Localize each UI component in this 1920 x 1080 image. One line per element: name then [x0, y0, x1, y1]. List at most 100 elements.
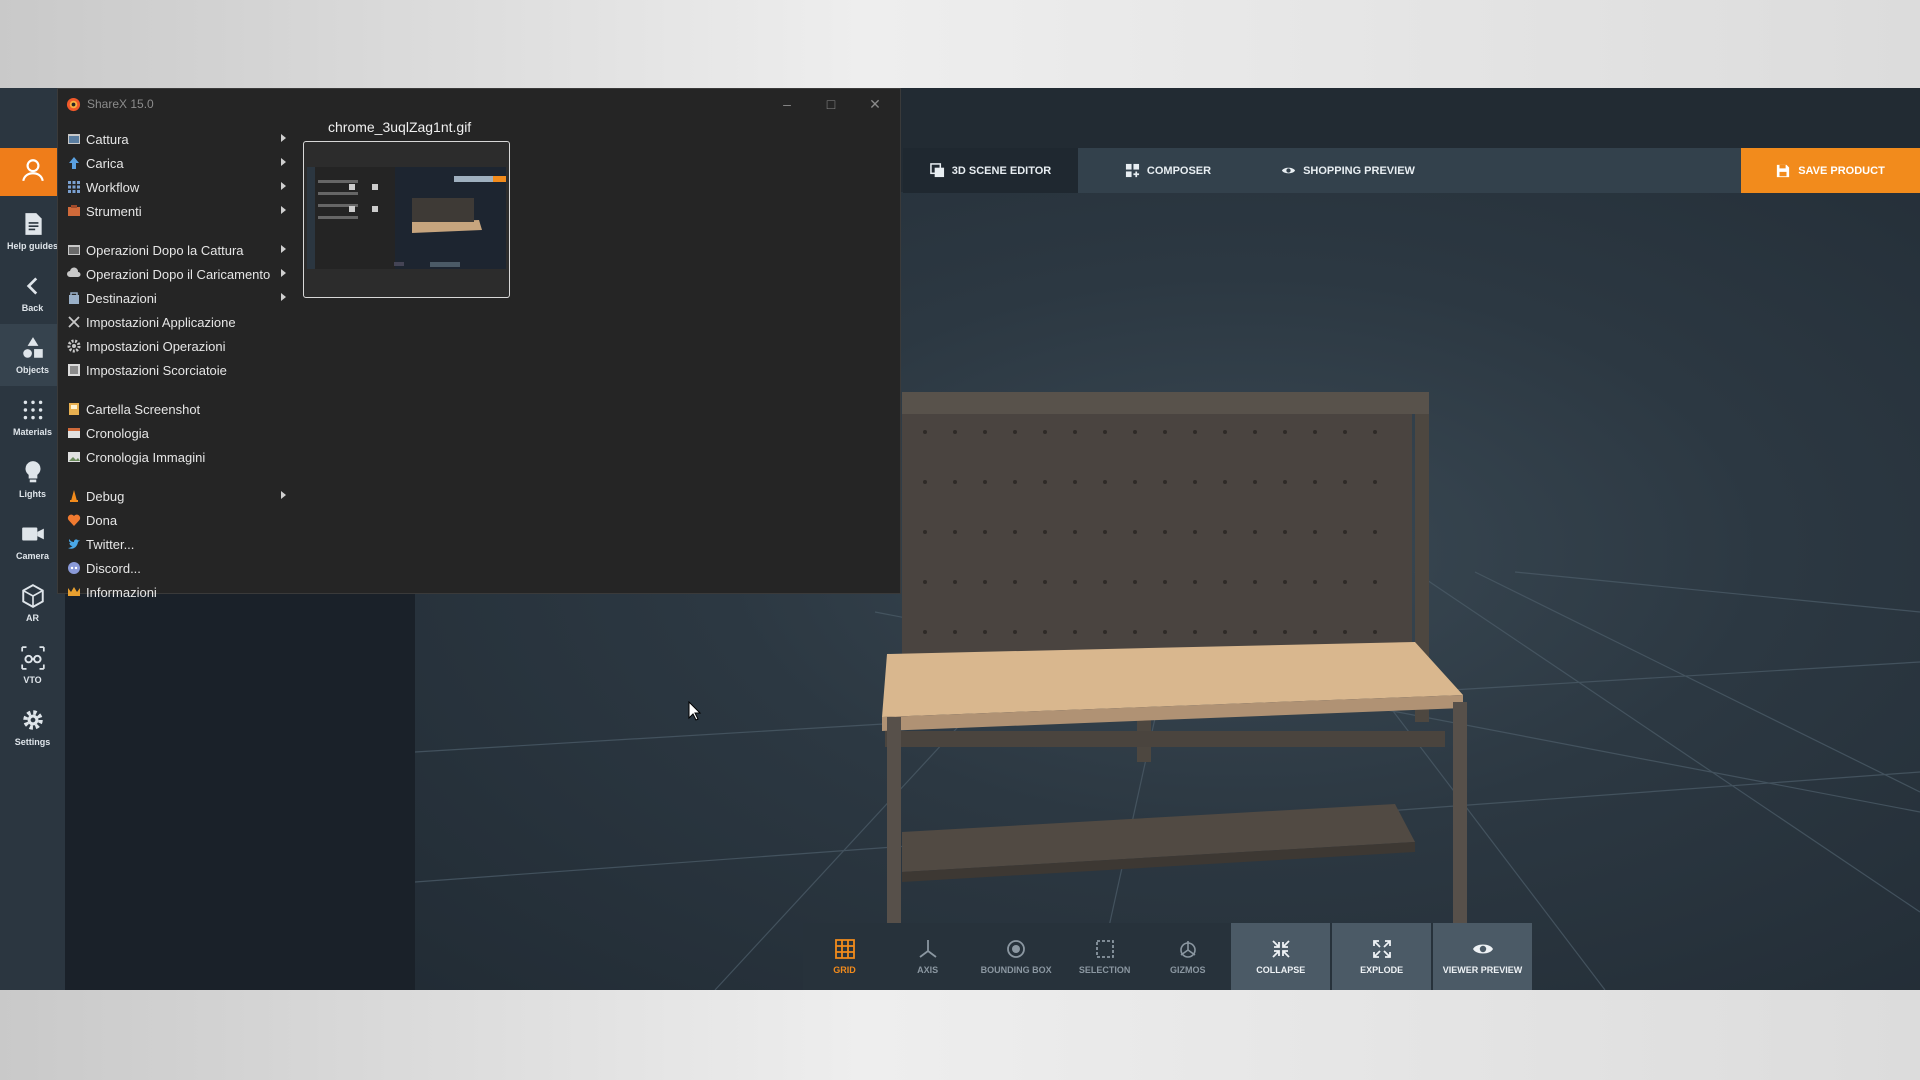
menu-label: Cattura — [86, 131, 129, 147]
gizmos-icon — [1179, 941, 1196, 958]
save-product-button[interactable]: SAVE PRODUCT — [1741, 148, 1920, 193]
menu-label: Operazioni Dopo il Caricamento — [86, 266, 271, 282]
minimize-button[interactable]: – — [765, 89, 809, 119]
nav-ar[interactable]: AR — [0, 572, 65, 634]
selection-icon — [1095, 940, 1114, 958]
menu-label: Informazioni — [86, 584, 157, 600]
nav-materials[interactable]: Materials — [0, 386, 65, 448]
submenu-arrow-icon — [281, 206, 286, 214]
submenu-arrow-icon — [281, 245, 286, 253]
submenu-arrow-icon — [281, 158, 286, 166]
menu-label: Destinazioni — [86, 290, 157, 306]
menu-label: Impostazioni Scorciatoie — [86, 362, 227, 378]
eye-icon — [1282, 167, 1296, 174]
user-account-button[interactable] — [0, 148, 65, 196]
menu-item-impostazioni-operazioni[interactable]: Impostazioni Operazioni — [58, 334, 288, 358]
nav-camera[interactable]: Camera — [0, 510, 65, 572]
menu-item-impostazioni-applicazione[interactable]: Impostazioni Applicazione — [58, 310, 288, 334]
mouse-cursor-icon — [688, 701, 702, 721]
close-button[interactable]: ✕ — [853, 89, 897, 119]
task-settings-icon — [67, 339, 81, 353]
explode-button[interactable]: EXPLODE — [1332, 923, 1432, 990]
after-upload-icon — [67, 267, 81, 277]
menu-label: Debug — [86, 488, 125, 504]
menu-item-twitter[interactable]: Twitter... — [58, 532, 288, 556]
menu-item-cartella-screenshot[interactable]: Cartella Screenshot — [58, 397, 288, 421]
sharex-title: ShareX 15.0 — [87, 97, 154, 111]
sharex-logo-icon — [66, 97, 81, 111]
layers-icon — [929, 163, 944, 178]
menu-label: Workflow — [86, 179, 140, 195]
tools-icon — [68, 205, 80, 216]
bounding-box-icon — [1007, 940, 1026, 958]
menu-item-workflow[interactable]: Workflow — [58, 175, 288, 199]
menu-item-cattura[interactable]: Cattura — [58, 127, 288, 151]
editor-app: Help guides Back Objects Materials Light… — [0, 88, 1920, 990]
menu-item-cronologia-immagini[interactable]: Cronologia Immagini — [58, 445, 288, 469]
menu-label: Twitter... — [86, 536, 135, 552]
axis-label: AXIS — [917, 965, 939, 975]
nav-settings[interactable]: Settings — [0, 696, 65, 758]
tab-label-composer: COMPOSER — [1146, 164, 1212, 177]
selection-toggle[interactable]: SELECTION — [1063, 923, 1146, 990]
maximize-button[interactable]: □ — [809, 89, 853, 119]
left-navigation: Help guides Back Objects Materials Light… — [0, 88, 65, 990]
menu-label: Operazioni Dopo la Cattura — [86, 242, 244, 258]
menu-item-cronologia[interactable]: Cronologia — [58, 421, 288, 445]
sharex-window: ShareX 15.0 – □ ✕ Cattura Carica Workflo… — [57, 88, 901, 600]
debug-icon — [70, 490, 78, 502]
folder-icon — [69, 403, 79, 415]
gizmos-label: GIZMOS — [1169, 965, 1206, 975]
menu-label: Strumenti — [86, 203, 142, 219]
materials-icon — [23, 400, 42, 420]
ar-icon — [21, 584, 44, 608]
menu-item-impostazioni-scorciatoie[interactable]: Impostazioni Scorciatoie — [58, 358, 288, 382]
discord-icon — [68, 562, 80, 574]
nav-objects[interactable]: Objects — [0, 324, 65, 386]
nav-help-guides[interactable]: Help guides — [0, 200, 65, 262]
menu-item-strumenti[interactable]: Strumenti — [58, 199, 288, 223]
grid-toggle[interactable]: GRID — [803, 923, 886, 990]
menu-label: Carica — [86, 155, 124, 171]
explode-label: EXPLODE — [1360, 965, 1404, 975]
menu-item-discord[interactable]: Discord... — [58, 556, 288, 580]
tab-label-3d-scene-editor: 3D SCENE EDITOR — [951, 164, 1052, 177]
nav-label-help-guides: Help guides — [6, 241, 58, 251]
nav-label-ar: AR — [26, 613, 39, 623]
menu-item-informazioni[interactable]: Informazioni — [58, 580, 288, 604]
nav-lights[interactable]: Lights — [0, 448, 65, 510]
viewport-toolbar: GRID AXIS BOUNDING BOX SELECTION GIZMOS … — [803, 923, 1532, 990]
viewer-preview-label: VIEWER PREVIEW — [1442, 965, 1523, 975]
capture-thumbnail[interactable] — [303, 141, 510, 298]
composer-icon — [1125, 163, 1139, 178]
collapse-button[interactable]: COLLAPSE — [1231, 923, 1331, 990]
bounding-box-label: BOUNDING BOX — [980, 965, 1052, 975]
submenu-arrow-icon — [281, 293, 286, 301]
menu-item-debug[interactable]: Debug — [58, 484, 288, 508]
submenu-arrow-icon — [281, 182, 286, 190]
twitter-icon — [68, 539, 80, 549]
menu-item-carica[interactable]: Carica — [58, 151, 288, 175]
menu-item-operazioni-dopo-caricamento[interactable]: Operazioni Dopo il Caricamento — [58, 262, 288, 286]
nav-back[interactable]: Back — [0, 262, 65, 324]
menu-item-dona[interactable]: Dona — [58, 508, 288, 532]
capture-icon — [68, 134, 80, 144]
crown-icon — [68, 587, 80, 596]
tab-composer[interactable]: COMPOSER — [1078, 148, 1258, 193]
axis-toggle[interactable]: AXIS — [886, 923, 969, 990]
nav-vto[interactable]: VTO — [0, 634, 65, 696]
camera-icon — [21, 527, 44, 541]
menu-item-destinazioni[interactable]: Destinazioni — [58, 286, 288, 310]
grid-icon — [834, 939, 855, 959]
menu-label: Impostazioni Operazioni — [86, 338, 226, 354]
viewer-preview-button[interactable]: VIEWER PREVIEW — [1433, 923, 1532, 990]
tab-3d-scene-editor[interactable]: 3D SCENE EDITOR — [903, 148, 1078, 193]
menu-item-operazioni-dopo-cattura[interactable]: Operazioni Dopo la Cattura — [58, 238, 288, 262]
tab-shopping-preview[interactable]: SHOPPING PREVIEW — [1258, 148, 1438, 193]
submenu-arrow-icon — [281, 491, 286, 499]
bounding-box-toggle[interactable]: BOUNDING BOX — [969, 923, 1063, 990]
document-icon — [24, 213, 42, 235]
gizmos-toggle[interactable]: GIZMOS — [1146, 923, 1229, 990]
collapse-label: COLLAPSE — [1256, 965, 1306, 975]
chevron-left-icon — [26, 277, 37, 295]
